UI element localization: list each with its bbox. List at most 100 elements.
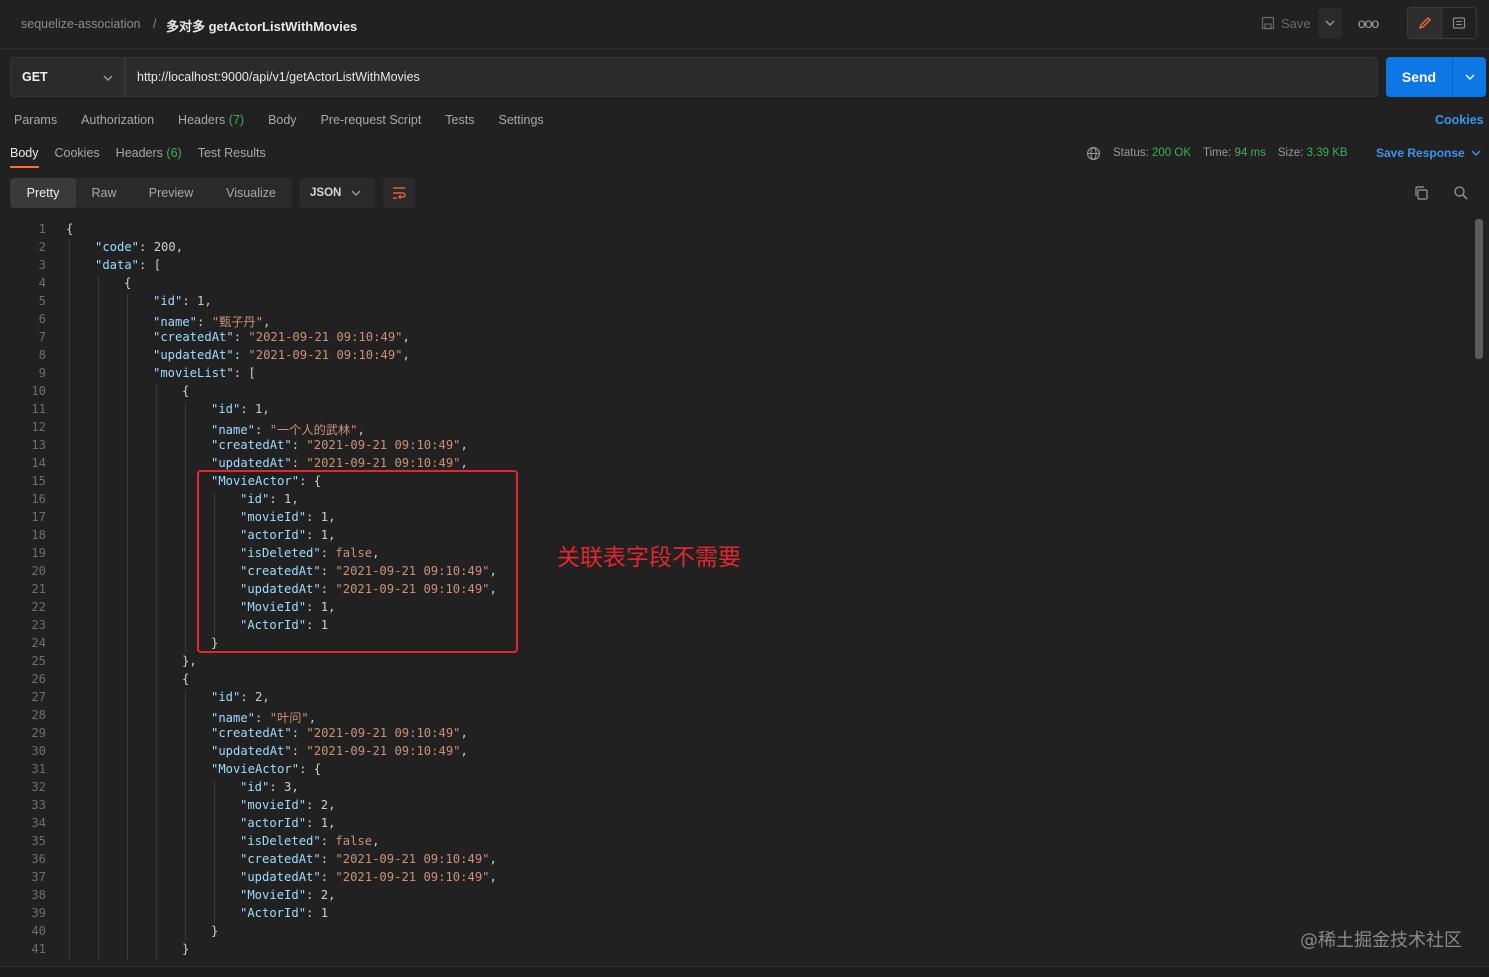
code-line: "updatedAt": "2021-09-21 09:10:49", [211, 744, 468, 758]
code-token: } [211, 924, 219, 938]
save-dropdown-button[interactable] [1318, 8, 1342, 38]
code-line: }, [182, 654, 197, 668]
code-token: : [240, 402, 256, 416]
code-token: , [262, 402, 270, 416]
status-value: 200 OK [1152, 147, 1192, 159]
code-token: : [ [233, 366, 256, 380]
tab-settings[interactable]: Settings [498, 113, 543, 127]
send-dropdown-button[interactable] [1453, 74, 1486, 80]
method-select[interactable]: GET [10, 57, 125, 97]
view-tab-visualize[interactable]: Visualize [210, 178, 292, 208]
search-icon[interactable] [1453, 185, 1469, 201]
time-info[interactable]: Time: 94 ms [1203, 147, 1266, 159]
code-token: "movieId" [240, 798, 307, 812]
line-number: 6 [38, 312, 46, 326]
code-token: : [ [139, 258, 162, 272]
code-line: "createdAt": "2021-09-21 09:10:49", [211, 438, 468, 452]
tab-prerequest-script[interactable]: Pre-request Script [321, 113, 422, 127]
code-token: , [460, 438, 468, 452]
url-input[interactable]: http://localhost:9000/api/v1/getActorLis… [125, 57, 1378, 97]
code-token: "id" [240, 780, 270, 794]
size-info[interactable]: Size: 3.39 KB [1278, 147, 1348, 159]
code-line: "updatedAt": "2021-09-21 09:10:49", [240, 870, 497, 884]
code-token: : [306, 906, 321, 920]
code-token: , [460, 744, 468, 758]
cookies-link[interactable]: Cookies [1435, 113, 1484, 127]
save-response-button[interactable]: Save Response [1376, 146, 1481, 160]
breadcrumb-request-title[interactable]: 多对多 getActorListWithMovies [166, 16, 357, 35]
format-value: JSON [310, 187, 342, 199]
documentation-button[interactable] [1443, 8, 1477, 38]
status-info[interactable]: Status: 200 OK [1113, 147, 1191, 159]
code-token: "createdAt" [240, 852, 321, 866]
more-options-button[interactable]: ooo [1356, 8, 1380, 38]
line-number: 40 [31, 924, 46, 938]
tab-body[interactable]: Body [268, 113, 297, 127]
code-token: { [182, 384, 190, 398]
code-token: "createdAt" [153, 330, 234, 344]
code-token: : [269, 780, 285, 794]
line-number: 4 [38, 276, 46, 290]
editor-scrollbar-thumb[interactable] [1475, 219, 1483, 359]
line-number: 27 [31, 690, 46, 704]
response-tab-cookies[interactable]: Cookies [55, 146, 100, 160]
wrap-lines-button[interactable] [383, 178, 415, 208]
code-token: , [489, 870, 497, 884]
response-tab-headers-label: Headers [115, 146, 163, 160]
code-token: , [204, 294, 212, 308]
globe-icon[interactable] [1086, 146, 1101, 161]
code-token: "name" [211, 423, 256, 437]
chevron-down-icon [351, 190, 361, 196]
code-line: "id": 3, [240, 780, 299, 794]
line-number: 39 [31, 906, 46, 920]
code-token: 1 [320, 906, 329, 920]
view-mode-tabs: Pretty Raw Preview Visualize [10, 178, 292, 208]
view-tab-raw[interactable]: Raw [76, 178, 132, 208]
code-token: , [402, 348, 410, 362]
save-button[interactable]: Save [1253, 8, 1315, 38]
code-line: "id": 1, [153, 294, 212, 308]
line-number: 36 [31, 852, 46, 866]
line-number: 15 [31, 474, 46, 488]
code-token: , [175, 240, 184, 254]
response-tab-test-results[interactable]: Test Results [198, 146, 266, 160]
code-token: "叶问" [269, 711, 309, 725]
code-token: "id" [153, 294, 183, 308]
code-token: "2021-09-21 09:10:49" [306, 744, 461, 758]
code-line: "code": 200, [95, 240, 183, 254]
line-number: 16 [31, 492, 46, 506]
save-label: Save [1281, 15, 1311, 31]
copy-icon[interactable] [1413, 185, 1429, 201]
code-token: : [197, 315, 212, 329]
line-number: 13 [31, 438, 46, 452]
line-number: 8 [38, 348, 46, 362]
code-token: 1 [320, 816, 329, 830]
response-tab-body[interactable]: Body [10, 146, 39, 168]
code-token: : { [299, 762, 322, 776]
line-number: 22 [31, 600, 46, 614]
send-button[interactable]: Send [1386, 57, 1486, 97]
tab-authorization[interactable]: Authorization [81, 113, 154, 127]
code-token: : [291, 438, 307, 452]
tab-params[interactable]: Params [14, 113, 57, 127]
view-tab-pretty[interactable]: Pretty [10, 178, 76, 208]
code-token: , [328, 816, 336, 830]
view-tab-preview[interactable]: Preview [132, 178, 210, 208]
code-token: , [328, 798, 336, 812]
code-line: { [66, 222, 73, 236]
response-tab-headers[interactable]: Headers (6) [116, 146, 182, 160]
code-line: "id": 1, [211, 402, 270, 416]
tab-headers[interactable]: Headers (7) [178, 113, 244, 127]
chevron-down-icon [1465, 74, 1474, 80]
line-number: 38 [31, 888, 46, 902]
code-token: , [489, 852, 497, 866]
format-select[interactable]: JSON [299, 178, 375, 208]
indent-guide [127, 294, 128, 960]
code-token: "name" [153, 315, 198, 329]
code-token: "2021-09-21 09:10:49" [306, 726, 461, 740]
tab-tests[interactable]: Tests [445, 113, 474, 127]
breadcrumb-collection[interactable]: sequelize-association [21, 17, 141, 31]
response-status-line: Status: 200 OK Time: 94 ms Size: 3.39 KB [1113, 147, 1348, 159]
watermark: @稀土掘金技术社区 [1300, 930, 1462, 951]
edit-mode-button[interactable] [1408, 8, 1443, 38]
